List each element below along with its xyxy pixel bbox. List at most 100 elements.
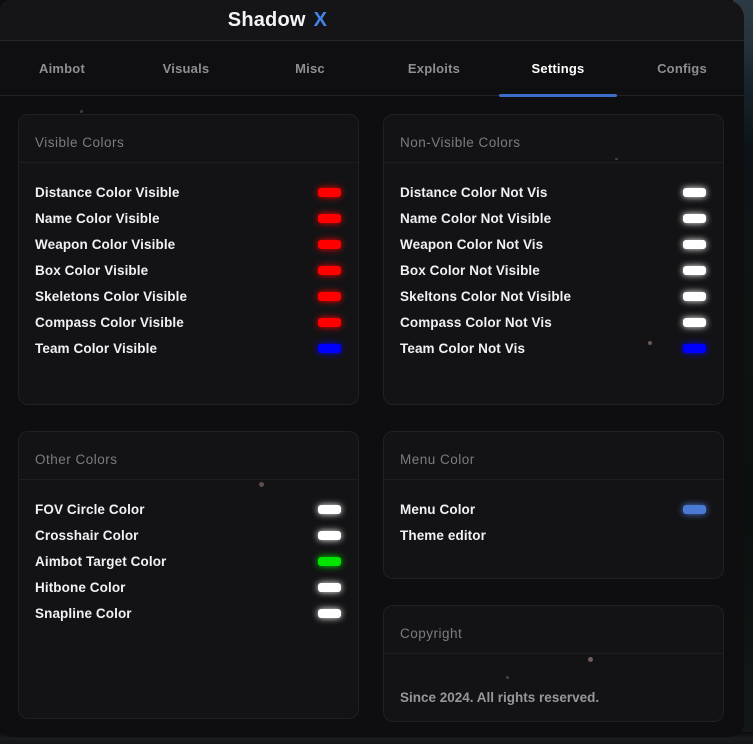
panel-title: Visible Colors	[35, 135, 124, 150]
color-row: Box Color Visible	[35, 257, 344, 283]
tab-label: Configs	[657, 61, 707, 76]
app-title-text: Shadow	[228, 9, 306, 32]
color-swatch[interactable]	[318, 531, 341, 540]
color-swatch[interactable]	[318, 344, 341, 353]
panel-header: Menu Color	[384, 432, 723, 480]
color-row: Distance Color Visible	[35, 179, 344, 205]
color-row-label: Weapon Color Not Vis	[400, 237, 543, 252]
right-column: Non-Visible Colors Distance Color Not Vi…	[383, 114, 724, 722]
panel-menu-color: Menu Color Menu Color Theme editor	[383, 431, 724, 579]
color-row-label: Compass Color Visible	[35, 315, 184, 330]
tab[interactable]: Exploits	[372, 41, 496, 95]
color-row-label: Skeltons Color Not Visible	[400, 289, 571, 304]
color-row-label: Distance Color Visible	[35, 185, 180, 200]
tab[interactable]: Visuals	[124, 41, 248, 95]
menu-color-row: Menu Color	[400, 496, 709, 522]
speck	[648, 341, 652, 345]
color-swatch[interactable]	[683, 344, 706, 353]
color-rows: Distance Color Not Vis Name Color Not Vi…	[384, 163, 723, 361]
color-row: Hitbone Color	[35, 574, 344, 600]
color-row: Skeltons Color Not Visible	[400, 283, 709, 309]
color-row-label: Crosshair Color	[35, 528, 139, 543]
menu-row-label[interactable]: Menu Color	[400, 502, 475, 517]
color-rows: FOV Circle Color Crosshair Color Aimbot …	[19, 480, 358, 626]
menu-row-label[interactable]: Theme editor	[400, 528, 486, 543]
color-row: FOV Circle Color	[35, 496, 344, 522]
color-swatch[interactable]	[318, 214, 341, 223]
speck	[506, 676, 509, 679]
panel-title: Other Colors	[35, 452, 118, 467]
color-row-label: Hitbone Color	[35, 580, 126, 595]
content-area: Visible Colors Distance Color Visible Na…	[0, 96, 744, 722]
color-row-label: Team Color Visible	[35, 341, 157, 356]
speck	[588, 657, 593, 662]
tab[interactable]: Misc	[248, 41, 372, 95]
color-row: Compass Color Not Vis	[400, 309, 709, 335]
color-swatch[interactable]	[318, 266, 341, 275]
color-row-label: Box Color Visible	[35, 263, 148, 278]
tab-label: Visuals	[163, 61, 210, 76]
color-row: Box Color Not Visible	[400, 257, 709, 283]
speck	[259, 482, 264, 487]
color-swatch[interactable]	[683, 292, 706, 301]
cheat-menu-window: Shadow X Aimbot Visuals Misc Exploits	[0, 0, 744, 737]
copyright-body: Since 2024. All rights reserved.	[384, 654, 723, 711]
panel-header: Copyright	[384, 606, 723, 654]
tab[interactable]: Aimbot	[0, 41, 124, 95]
app-title-accent: X	[314, 9, 328, 32]
color-swatch[interactable]	[683, 240, 706, 249]
color-rows: Distance Color Visible Name Color Visibl…	[19, 163, 358, 361]
panel-visible-colors: Visible Colors Distance Color Visible Na…	[18, 114, 359, 405]
tab-label: Misc	[295, 61, 325, 76]
color-swatch[interactable]	[683, 188, 706, 197]
panel-non-visible-colors: Non-Visible Colors Distance Color Not Vi…	[383, 114, 724, 405]
tab-bar: Aimbot Visuals Misc Exploits Settings	[0, 41, 744, 96]
color-row: Weapon Color Not Vis	[400, 231, 709, 257]
color-row-label: Skeletons Color Visible	[35, 289, 187, 304]
panel-header: Non-Visible Colors	[384, 115, 723, 163]
color-row-label: Box Color Not Visible	[400, 263, 540, 278]
color-row: Team Color Not Vis	[400, 335, 709, 361]
color-swatch[interactable]	[318, 505, 341, 514]
color-swatch[interactable]	[318, 240, 341, 249]
tab[interactable]: Configs	[620, 41, 744, 95]
color-row: Team Color Visible	[35, 335, 344, 361]
color-row: Compass Color Visible	[35, 309, 344, 335]
tab-label: Exploits	[408, 61, 460, 76]
panel-copyright: Copyright Since 2024. All rights reserve…	[383, 605, 724, 722]
color-row: Weapon Color Visible	[35, 231, 344, 257]
color-row: Name Color Visible	[35, 205, 344, 231]
menu-color-row: Theme editor	[400, 522, 709, 548]
color-swatch[interactable]	[318, 583, 341, 592]
panel-header: Other Colors	[19, 432, 358, 480]
color-swatch[interactable]	[318, 609, 341, 618]
title-bar: Shadow X	[0, 0, 744, 41]
panel-title: Menu Color	[400, 452, 475, 467]
panel-header: Visible Colors	[19, 115, 358, 163]
panel-title: Copyright	[400, 626, 462, 641]
color-swatch[interactable]	[318, 188, 341, 197]
tab-label: Settings	[532, 61, 585, 76]
color-swatch[interactable]	[683, 214, 706, 223]
app-title: Shadow X	[0, 0, 555, 41]
color-row-label: Distance Color Not Vis	[400, 185, 547, 200]
color-row-label: FOV Circle Color	[35, 502, 145, 517]
color-swatch[interactable]	[318, 557, 341, 566]
color-row-label: Weapon Color Visible	[35, 237, 175, 252]
color-swatch[interactable]	[318, 292, 341, 301]
tab[interactable]: Settings	[496, 41, 620, 95]
color-row: Distance Color Not Vis	[400, 179, 709, 205]
color-row-label: Name Color Not Visible	[400, 211, 551, 226]
color-row: Name Color Not Visible	[400, 205, 709, 231]
color-swatch[interactable]	[683, 505, 706, 514]
copyright-text: Since 2024. All rights reserved.	[400, 685, 709, 711]
tab-label: Aimbot	[39, 61, 85, 76]
panel-title: Non-Visible Colors	[400, 135, 521, 150]
color-row-label: Name Color Visible	[35, 211, 160, 226]
panel-other-colors: Other Colors FOV Circle Color Crosshair …	[18, 431, 359, 719]
color-swatch[interactable]	[318, 318, 341, 327]
color-swatch[interactable]	[683, 318, 706, 327]
color-row-label: Compass Color Not Vis	[400, 315, 552, 330]
active-tab-underline	[499, 94, 617, 97]
color-swatch[interactable]	[683, 266, 706, 275]
